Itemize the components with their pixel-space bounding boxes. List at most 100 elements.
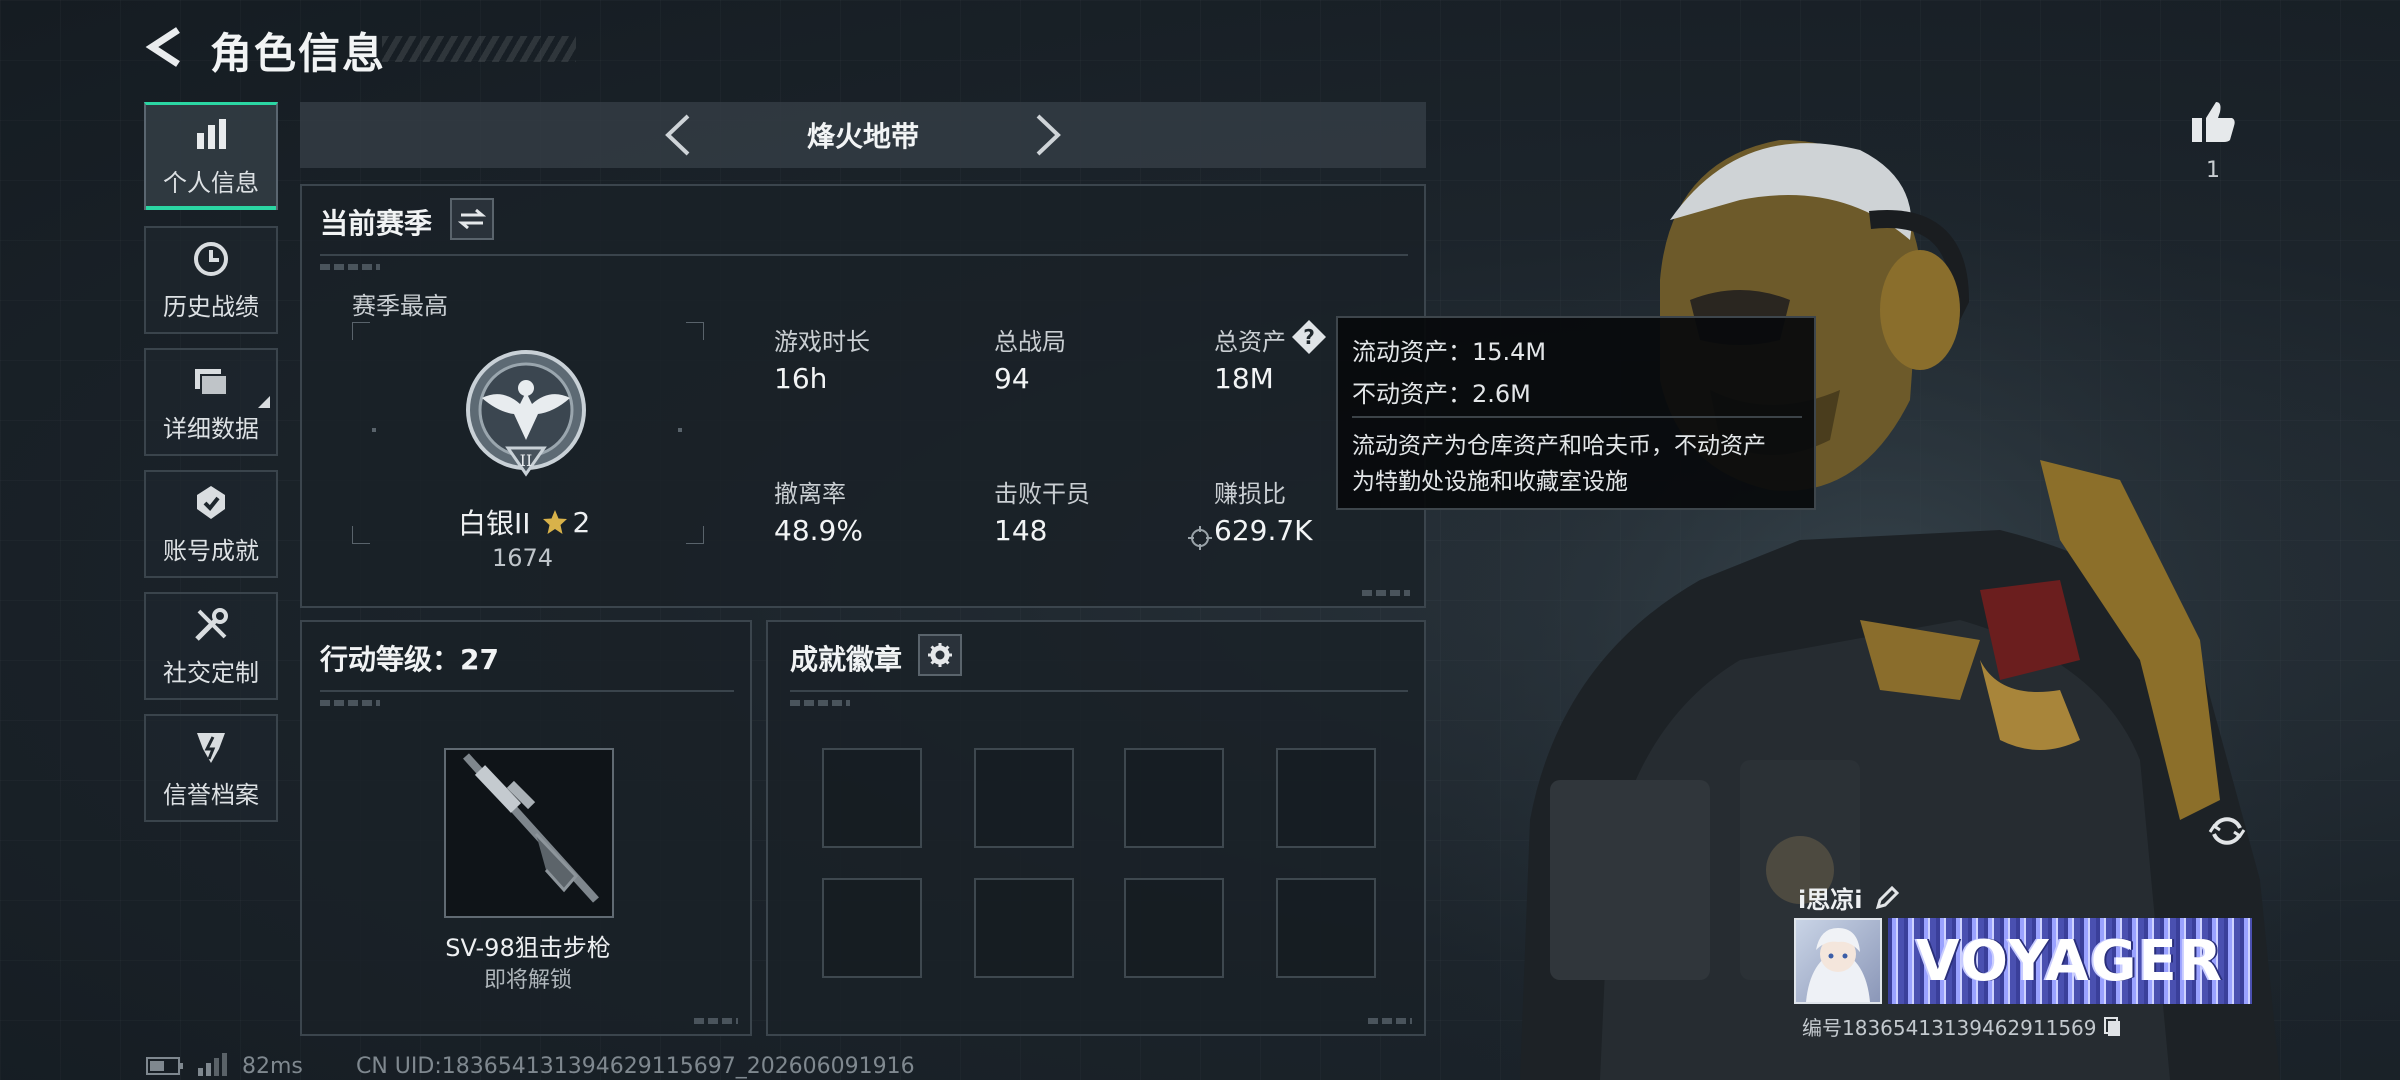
profile-id-row: 编号18365413139462911569: [1802, 1012, 2123, 1041]
stat-label-total-matches: 总战局: [994, 328, 1066, 356]
assets-tooltip: 流动资产：15.4M 不动资产：2.6M 流动资产为仓库资产和哈夫币，不动资产 …: [1336, 316, 1816, 510]
badge-slot[interactable]: [974, 878, 1074, 978]
decoration-stripe: [320, 700, 380, 706]
badge-slot[interactable]: [1276, 878, 1376, 978]
svg-text:II: II: [520, 451, 533, 470]
sidebar-item-label: 详细数据: [163, 414, 259, 443]
switch-season-button[interactable]: [450, 198, 494, 240]
decoration-stripe: [694, 1018, 738, 1024]
badge-slot[interactable]: [1124, 878, 1224, 978]
badges-panel: 成就徽章: [766, 620, 1426, 1036]
sidebar-item-social[interactable]: 社交定制: [144, 592, 278, 700]
profile-name-row: i思凉i: [1798, 880, 1900, 915]
sidebar-item-label: 社交定制: [163, 658, 259, 687]
swap-arrows-icon: [458, 208, 486, 230]
sidebar-item-detailed-data[interactable]: 详细数据: [144, 348, 278, 456]
reputation-icon: [197, 732, 225, 763]
badge-slot[interactable]: [1124, 748, 1224, 848]
svg-text:?: ?: [1303, 325, 1315, 349]
decoration-stripe: [320, 264, 380, 270]
back-arrow-icon[interactable]: [142, 24, 188, 70]
decoration-stripe: [790, 700, 850, 706]
sidebar-item-reputation[interactable]: 信誉档案: [144, 714, 278, 822]
bar-chart-icon: [197, 119, 226, 149]
divider: [790, 690, 1408, 692]
gear-icon: [928, 643, 952, 667]
badge-slot[interactable]: [974, 748, 1074, 848]
thumbs-up-icon[interactable]: [2190, 100, 2236, 144]
tooltip-description-line-2: 为特勤处设施和收藏室设施: [1352, 469, 1628, 495]
signal-icon: [198, 1053, 227, 1076]
sidebar-item-label: 历史战绩: [163, 292, 259, 321]
history-clock-icon: [194, 241, 228, 276]
page-title: 角色信息: [210, 29, 387, 78]
season-panel: 当前赛季 赛季最高 II 白银II 2 1674 游戏时长 16h 总战局 94…: [300, 184, 1426, 608]
mode-selector: 烽火地带: [300, 102, 1426, 168]
star-icon: [542, 510, 567, 534]
wrench-screwdriver-icon: [195, 607, 228, 641]
rank-score: 1674: [492, 544, 554, 572]
copy-icon[interactable]: [2103, 1016, 2123, 1038]
crosshair-icon: [1188, 526, 1212, 550]
decoration-stripe: [1362, 590, 1410, 596]
sidebar-item-history[interactable]: 历史战绩: [144, 226, 278, 334]
stat-value-profit-ratio: 629.7K: [1214, 514, 1313, 547]
sidebar-item-label: 个人信息: [163, 169, 259, 197]
tooltip-divider: [1352, 416, 1802, 418]
player-name: i思凉i: [1798, 886, 1863, 914]
rotate-icon[interactable]: [2206, 810, 2248, 852]
tooltip-description-line-1: 流动资产为仓库资产和哈夫币，不动资产: [1352, 433, 1766, 459]
sidebar-item-label: 信誉档案: [163, 780, 259, 809]
badges-title: 成就徽章: [790, 643, 903, 676]
avatar[interactable]: [1794, 918, 1882, 1004]
season-best-label: 赛季最高: [352, 292, 448, 320]
title-decoration: [382, 36, 576, 62]
rank-display: 白银II 2: [458, 502, 590, 542]
decoration-stripe: [1368, 1018, 1412, 1024]
stat-value-total-assets: 18M: [1214, 362, 1274, 395]
badge-slot[interactable]: [1276, 748, 1376, 848]
player-id: 编号18365413139462911569: [1802, 1016, 2097, 1040]
stat-value-kills: 148: [994, 514, 1048, 547]
uid-text: CN UID:183654131394629115697_20260609191…: [356, 1054, 915, 1079]
action-level-panel: 行动等级：27 SV-98狙击步枪 即将解锁: [300, 620, 752, 1036]
weapon-name: SV-98狙击步枪: [445, 934, 611, 962]
stat-value-total-matches: 94: [994, 362, 1030, 395]
edit-pencil-icon[interactable]: [1874, 885, 1900, 911]
stat-value-playtime: 16h: [774, 362, 828, 395]
stat-label-kills: 击败干员: [994, 480, 1090, 508]
stat-label-extract-rate: 撤离率: [774, 480, 846, 508]
season-title: 当前赛季: [320, 207, 433, 240]
badge-slot[interactable]: [822, 748, 922, 848]
folder-data-icon: [195, 368, 228, 396]
weapon-card[interactable]: [444, 748, 614, 918]
divider: [320, 690, 734, 692]
rank-emblem-icon: II: [466, 350, 586, 477]
stat-label-total-assets: 总资产: [1214, 328, 1286, 356]
sniper-rifle-icon: [463, 753, 599, 903]
avatar-portrait-icon: [1806, 928, 1870, 1002]
ping-value: 82ms: [242, 1054, 303, 1079]
next-mode-arrow-icon[interactable]: [1028, 112, 1068, 158]
achievement-icon: [197, 485, 225, 519]
stat-value-extract-rate: 48.9%: [774, 514, 863, 547]
divider: [320, 254, 1408, 256]
help-icon[interactable]: ?: [1290, 318, 1328, 356]
tooltip-fixed-assets: 不动资产：2.6M: [1352, 380, 1531, 408]
stat-label-playtime: 游戏时长: [774, 328, 870, 356]
stat-label-profit-ratio: 赚损比: [1214, 480, 1286, 508]
banner-text: VOYAGER: [1916, 928, 2224, 994]
profile-banner[interactable]: VOYAGER: [1888, 918, 2252, 1004]
badge-settings-button[interactable]: [918, 634, 962, 676]
battery-icon: [146, 1057, 183, 1075]
sidebar-item-personal-info[interactable]: 个人信息: [144, 102, 278, 210]
sidebar-item-label: 账号成就: [163, 536, 259, 565]
mode-label: 烽火地带: [806, 120, 919, 153]
dropdown-corner-icon: [258, 396, 270, 408]
sidebar-item-achievements[interactable]: 账号成就: [144, 470, 278, 578]
action-level-title: 行动等级：27: [320, 643, 499, 676]
weapon-status: 即将解锁: [483, 968, 572, 993]
badge-slot[interactable]: [822, 878, 922, 978]
like-count: 1: [2206, 158, 2220, 183]
tooltip-liquid-assets: 流动资产：15.4M: [1352, 338, 1547, 366]
